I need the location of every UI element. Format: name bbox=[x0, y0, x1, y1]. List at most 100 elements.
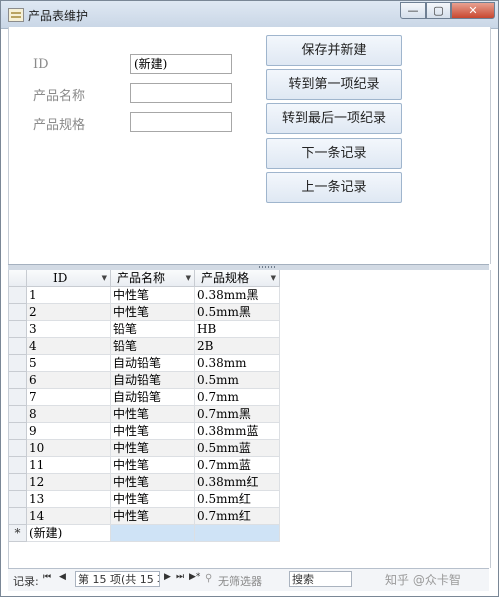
table-cell[interactable]: 中性笔 bbox=[111, 406, 195, 423]
table-cell[interactable]: 2B bbox=[195, 338, 280, 355]
table-cell[interactable]: 铅笔 bbox=[111, 321, 195, 338]
table-cell[interactable]: 0.38mm黑 bbox=[195, 287, 280, 304]
close-button[interactable]: ✕ bbox=[451, 2, 495, 19]
row-selector[interactable] bbox=[9, 406, 27, 423]
table-cell[interactable]: 7 bbox=[27, 389, 111, 406]
row-selector[interactable] bbox=[9, 457, 27, 474]
prev-record-icon[interactable]: ◀ bbox=[59, 572, 66, 582]
row-selector[interactable] bbox=[9, 338, 27, 355]
save-and-new-button[interactable]: 保存并新建 bbox=[266, 35, 402, 66]
first-record-button[interactable]: 转到第一项纪录 bbox=[266, 69, 402, 100]
new-row-marker[interactable]: * bbox=[9, 525, 27, 542]
table-cell[interactable]: 中性笔 bbox=[111, 304, 195, 321]
table-cell[interactable]: 0.7mm bbox=[195, 389, 280, 406]
table-cell[interactable] bbox=[195, 525, 280, 542]
table-cell[interactable]: 铅笔 bbox=[111, 338, 195, 355]
previous-record-button[interactable]: 上一条记录 bbox=[266, 172, 402, 203]
product-name-field[interactable] bbox=[130, 83, 232, 103]
table-cell[interactable]: 中性笔 bbox=[111, 440, 195, 457]
column-header-label: 产品规格 bbox=[201, 271, 250, 285]
product-name-label: 产品名称 bbox=[33, 89, 86, 104]
table-cell[interactable]: 11 bbox=[27, 457, 111, 474]
watermark-text: 知乎 @众卡智 bbox=[385, 573, 461, 587]
column-header-name[interactable]: 产品名称 ▼ bbox=[111, 270, 195, 287]
table-cell[interactable]: 0.5mm黑 bbox=[195, 304, 280, 321]
row-selector[interactable] bbox=[9, 474, 27, 491]
row-selector[interactable] bbox=[9, 287, 27, 304]
minimize-button[interactable]: — bbox=[400, 2, 426, 19]
id-field[interactable]: (新建) bbox=[130, 54, 232, 74]
table-cell[interactable]: 9 bbox=[27, 423, 111, 440]
table-cell[interactable]: 6 bbox=[27, 372, 111, 389]
column-header-id[interactable]: ID ▼ bbox=[27, 270, 111, 287]
last-record-icon[interactable]: ⏭ bbox=[176, 572, 184, 582]
table-cell[interactable] bbox=[111, 525, 195, 542]
split-grip-icon[interactable] bbox=[259, 266, 275, 268]
table-cell[interactable]: 13 bbox=[27, 491, 111, 508]
product-spec-field[interactable] bbox=[130, 112, 232, 132]
table-cell[interactable]: 2 bbox=[27, 304, 111, 321]
table-cell[interactable]: 中性笔 bbox=[111, 287, 195, 304]
select-all-cell[interactable] bbox=[9, 270, 27, 287]
table-cell[interactable]: 0.7mm黑 bbox=[195, 406, 280, 423]
column-header-label: ID bbox=[53, 271, 68, 285]
column-header-spec[interactable]: 产品规格 ▼ bbox=[195, 270, 280, 287]
row-selector[interactable] bbox=[9, 423, 27, 440]
table-cell[interactable]: 中性笔 bbox=[111, 508, 195, 525]
table-cell[interactable]: 0.38mm蓝 bbox=[195, 423, 280, 440]
table-cell[interactable]: 5 bbox=[27, 355, 111, 372]
table-cell[interactable]: 1 bbox=[27, 287, 111, 304]
next-record-button[interactable]: 下一条记录 bbox=[266, 138, 402, 169]
table-cell[interactable]: 3 bbox=[27, 321, 111, 338]
row-selector[interactable] bbox=[9, 440, 27, 457]
first-record-icon[interactable]: ⏮ bbox=[43, 572, 51, 582]
title-bar: 产品表维护 — ▢ ✕ bbox=[1, 1, 498, 29]
next-record-icon[interactable]: ▶ bbox=[164, 572, 171, 582]
form-header: ID (新建) 产品名称 产品规格 保存并新建 转到第一项纪录 转到最后一项纪录… bbox=[8, 27, 491, 264]
table-cell[interactable]: 4 bbox=[27, 338, 111, 355]
header-row: ID ▼ 产品名称 ▼ 产品规格 ▼ bbox=[9, 270, 490, 287]
sort-arrow-icon[interactable]: ▼ bbox=[271, 270, 276, 286]
maximize-button[interactable]: ▢ bbox=[426, 2, 451, 19]
table-cell[interactable]: 10 bbox=[27, 440, 111, 457]
sort-arrow-icon[interactable]: ▼ bbox=[102, 270, 107, 286]
table-cell[interactable]: 中性笔 bbox=[111, 423, 195, 440]
table-cell[interactable]: 0.7mm蓝 bbox=[195, 457, 280, 474]
row-selector[interactable] bbox=[9, 355, 27, 372]
table-cell[interactable]: 中性笔 bbox=[111, 491, 195, 508]
record-label: 记录: bbox=[13, 575, 39, 588]
current-record-field[interactable]: 第 15 项(共 15 项 bbox=[75, 571, 160, 587]
no-filter-button[interactable]: 无筛选器 bbox=[218, 573, 262, 589]
row-selector[interactable] bbox=[9, 491, 27, 508]
datasheet: ID ▼ 产品名称 ▼ 产品规格 ▼ 1 中性笔 0.38mm黑 2 中性笔 0.5mm黑… bbox=[8, 270, 491, 568]
table-cell[interactable]: 0.7mm红 bbox=[195, 508, 280, 525]
table-cell[interactable]: (新建) bbox=[27, 525, 111, 542]
table-cell[interactable]: 12 bbox=[27, 474, 111, 491]
table-cell[interactable]: 0.5mm蓝 bbox=[195, 440, 280, 457]
table-cell[interactable]: 中性笔 bbox=[111, 457, 195, 474]
product-spec-label: 产品规格 bbox=[33, 118, 86, 133]
table-cell[interactable]: 0.38mm bbox=[195, 355, 280, 372]
table-cell[interactable]: 自动铅笔 bbox=[111, 372, 195, 389]
sort-arrow-icon[interactable]: ▼ bbox=[186, 270, 191, 286]
row-selector[interactable] bbox=[9, 321, 27, 338]
row-selector[interactable] bbox=[9, 304, 27, 321]
table-cell[interactable]: 自动铅笔 bbox=[111, 389, 195, 406]
search-input[interactable]: 搜索 bbox=[289, 571, 352, 587]
table-cell[interactable]: 0.5mm bbox=[195, 372, 280, 389]
row-selector[interactable] bbox=[9, 508, 27, 525]
table-cell[interactable]: 0.5mm红 bbox=[195, 491, 280, 508]
table-cell[interactable]: 8 bbox=[27, 406, 111, 423]
table-cell[interactable]: 14 bbox=[27, 508, 111, 525]
row-selector[interactable] bbox=[9, 372, 27, 389]
last-record-button[interactable]: 转到最后一项纪录 bbox=[266, 103, 402, 134]
id-label: ID bbox=[33, 57, 49, 72]
table-cell[interactable]: 自动铅笔 bbox=[111, 355, 195, 372]
table-cell[interactable]: 0.38mm红 bbox=[195, 474, 280, 491]
row-selector[interactable] bbox=[9, 389, 27, 406]
table-cell[interactable]: 中性笔 bbox=[111, 474, 195, 491]
table-cell[interactable]: HB bbox=[195, 321, 280, 338]
window-title: 产品表维护 bbox=[28, 9, 89, 23]
new-record-icon[interactable]: ▶* bbox=[189, 572, 200, 582]
form-icon bbox=[8, 8, 24, 22]
